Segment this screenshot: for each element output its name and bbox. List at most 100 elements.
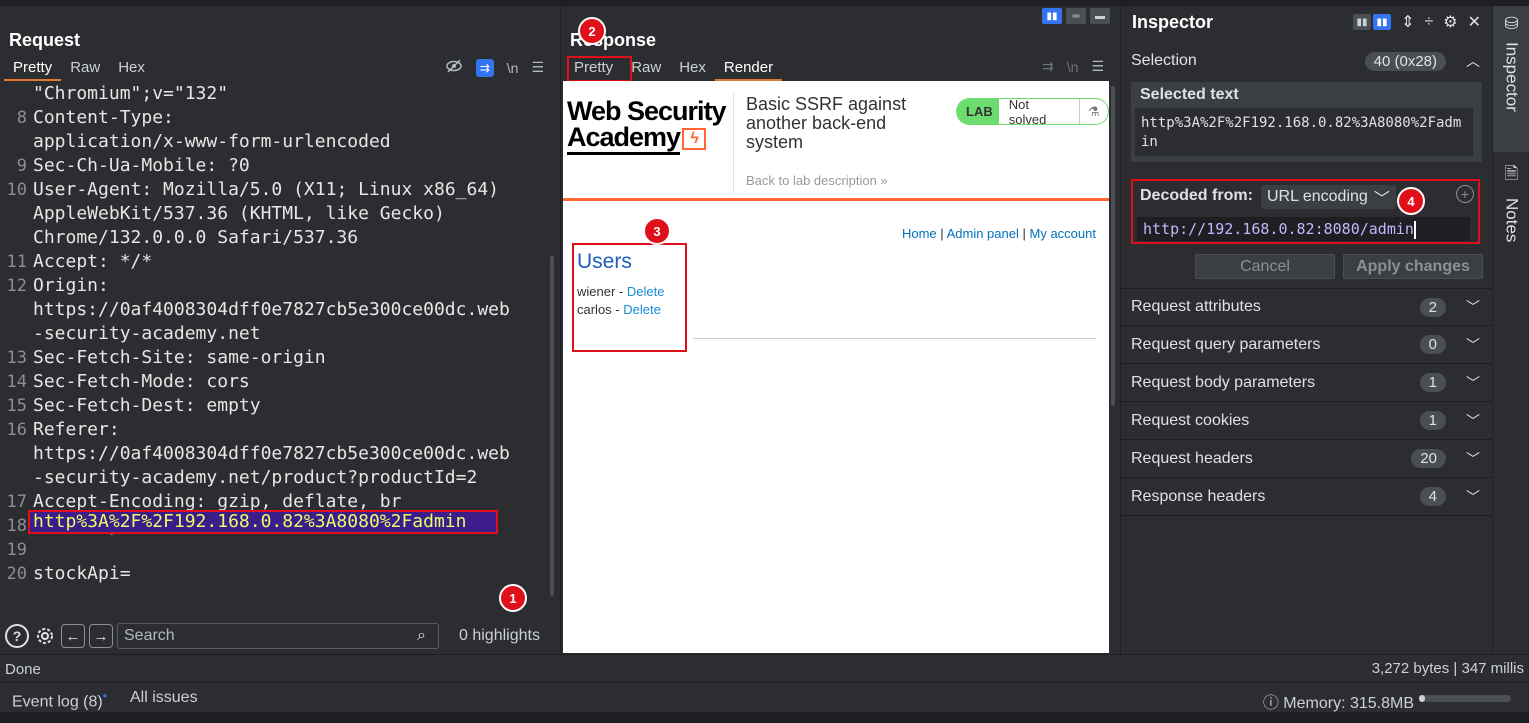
nav-home-link[interactable]: Home (902, 226, 937, 241)
collapse-all-icon[interactable]: ÷ (1424, 13, 1433, 31)
newline-toggle[interactable]: \n (1067, 59, 1079, 75)
header-name: Sec-Fetch-Site: (33, 347, 196, 368)
selection-row[interactable]: Selection 40 (0x28) ︿ (1121, 42, 1492, 80)
code-text: "Chromium";v="132" (27, 82, 228, 106)
inspector-section-row[interactable]: Request query parameters 0 ﹀ (1121, 326, 1492, 364)
decoding-select[interactable]: URL encoding ﹀ (1261, 185, 1396, 209)
header-divider (733, 93, 734, 193)
web-security-academy-logo[interactable]: Web Security Academy ϟ (567, 98, 727, 155)
footer-strip (0, 712, 1529, 723)
header-value: empty (195, 395, 261, 416)
info-icon: ⓘ (1262, 695, 1279, 712)
request-scrollbar[interactable] (550, 256, 554, 596)
hide-nonprinting-icon[interactable] (445, 58, 463, 77)
search-icon: ⌕ (417, 627, 426, 644)
settings-gear-icon[interactable] (33, 624, 57, 648)
expand-all-icon[interactable]: ⇕ (1401, 12, 1414, 32)
chevron-down-icon[interactable]: ﹀ (1466, 297, 1480, 317)
lightning-icon: ϟ (682, 127, 707, 150)
menu-icon[interactable]: ☰ (1091, 58, 1104, 75)
decoded-from-block: Decoded from: URL encoding ﹀ + http://19… (1131, 179, 1480, 244)
section-count: 2 (1419, 297, 1446, 317)
chevron-down-icon[interactable]: ﹀ (1466, 449, 1480, 469)
wrap-lines-icon[interactable]: ⇉ (475, 58, 494, 77)
back-to-lab-link[interactable]: Back to lab description » (746, 173, 888, 188)
response-scrollbar[interactable] (1111, 86, 1115, 406)
line-number (0, 298, 27, 322)
event-dot: • (102, 689, 107, 703)
add-decoding-icon[interactable]: + (1456, 185, 1474, 203)
line-number: 9 (16, 156, 27, 176)
request-tab-raw[interactable]: Raw (61, 59, 109, 81)
inspector-settings-icon[interactable]: ⚙ (1443, 12, 1457, 32)
layout-tabs-icon[interactable]: ▬ (1090, 8, 1110, 24)
callout-badge-2: 2 (578, 17, 606, 45)
notes-icon: 🗎 (1504, 164, 1519, 183)
wrap-lines-icon[interactable]: ⇉ (1042, 58, 1054, 75)
line-number (0, 130, 27, 154)
header-name: Accept: (33, 251, 109, 272)
line-number: 11 (6, 252, 27, 272)
memory-usage: ⓘ Memory: 315.8MB (1262, 695, 1414, 712)
side-tab-notes[interactable]: 🗎 Notes (1493, 161, 1529, 261)
cancel-button[interactable]: Cancel (1195, 254, 1335, 279)
code-line: 11 Accept: */* (0, 250, 550, 274)
help-icon[interactable]: ? (5, 624, 29, 648)
lab-label: LAB (957, 99, 999, 124)
chevron-down-icon[interactable]: ﹀ (1466, 373, 1480, 393)
decoded-value-input[interactable]: http://192.168.0.82:8080/admin (1137, 217, 1470, 241)
header-name: Referer: (33, 419, 120, 440)
response-tab-hex[interactable]: Hex (670, 59, 715, 81)
chevron-down-icon[interactable]: ﹀ (1466, 335, 1480, 355)
layout-stacked-icon[interactable]: ═ (1066, 8, 1086, 24)
code-line: Chrome/132.0.0.0 Safari/537.36 (0, 226, 550, 250)
chevron-down-icon[interactable]: ﹀ (1466, 487, 1480, 507)
inspector-section-row[interactable]: Request headers 20 ﹀ (1121, 440, 1492, 478)
request-tab-pretty[interactable]: Pretty (4, 59, 62, 81)
request-search-input[interactable] (117, 623, 439, 649)
header-name: Accept-Encoding: (33, 491, 207, 512)
line-number: 14 (6, 372, 27, 392)
header-value: cors (195, 371, 250, 392)
chevron-up-icon[interactable]: ︿ (1466, 51, 1480, 71)
inspector-layout-icon[interactable]: ▮▮ (1353, 14, 1372, 30)
event-log-link[interactable]: Event log (8)• (12, 689, 107, 711)
header-name: Sec-Ch-Ua-Mobile: (33, 155, 218, 176)
code-text: application/x-www-form-urlencoded (27, 130, 391, 154)
layout-side-by-side-icon[interactable]: ▮▮ (1042, 8, 1062, 24)
apply-changes-button[interactable]: Apply changes (1343, 254, 1483, 279)
inspector-layout-active-icon[interactable]: ▮▮ (1373, 14, 1392, 30)
code-text: Chrome/132.0.0.0 Safari/537.36 (27, 226, 358, 250)
side-tab-inspector[interactable]: ⛁ Inspector (1493, 6, 1529, 152)
newline-toggle[interactable]: \n (507, 60, 519, 76)
inspector-section-row[interactable]: Request body parameters 1 ﹀ (1121, 364, 1492, 402)
all-issues-link[interactable]: All issues (130, 689, 198, 707)
header-name: Sec-Fetch-Dest: (33, 395, 196, 416)
selected-stockapi-value[interactable]: http%3A%2F%2F192.168.0.82%3A8080%2Fadmin (33, 510, 466, 534)
header-value: gzip, deflate, br (206, 491, 402, 512)
line-number: 15 (6, 396, 27, 416)
line-number (0, 202, 27, 226)
search-prev-icon[interactable]: ← (61, 624, 85, 648)
flask-icon: ⚗ (1078, 99, 1108, 124)
line-number (0, 226, 27, 250)
header-name: User-Agent: (33, 179, 153, 200)
header-value: */* (108, 251, 153, 272)
response-tab-render[interactable]: Render (714, 59, 783, 81)
chevron-down-icon[interactable]: ﹀ (1466, 411, 1480, 431)
close-icon[interactable]: ✕ (1468, 12, 1481, 32)
header-underline (563, 198, 1109, 201)
code-line: 8 Content-Type: (0, 106, 550, 130)
code-text: Accept: */* (27, 250, 152, 274)
search-next-icon[interactable]: → (89, 624, 113, 648)
inspector-section-row[interactable]: Request cookies 1 ﹀ (1121, 402, 1492, 440)
request-tab-hex[interactable]: Hex (109, 59, 154, 81)
nav-admin-panel-link[interactable]: Admin panel (947, 226, 1019, 241)
inspector-section-row[interactable]: Request attributes 2 ﹀ (1121, 288, 1492, 326)
bottom-bar: Event log (8)• All issues ⓘ Memory: 315.… (0, 682, 1529, 712)
nav-my-account-link[interactable]: My account (1030, 226, 1096, 241)
inspector-section-row[interactable]: Response headers 4 ﹀ (1121, 478, 1492, 516)
line-number (0, 466, 27, 490)
site-nav: Home | Admin panel | My account (901, 226, 1096, 241)
menu-icon[interactable]: ☰ (531, 59, 544, 76)
